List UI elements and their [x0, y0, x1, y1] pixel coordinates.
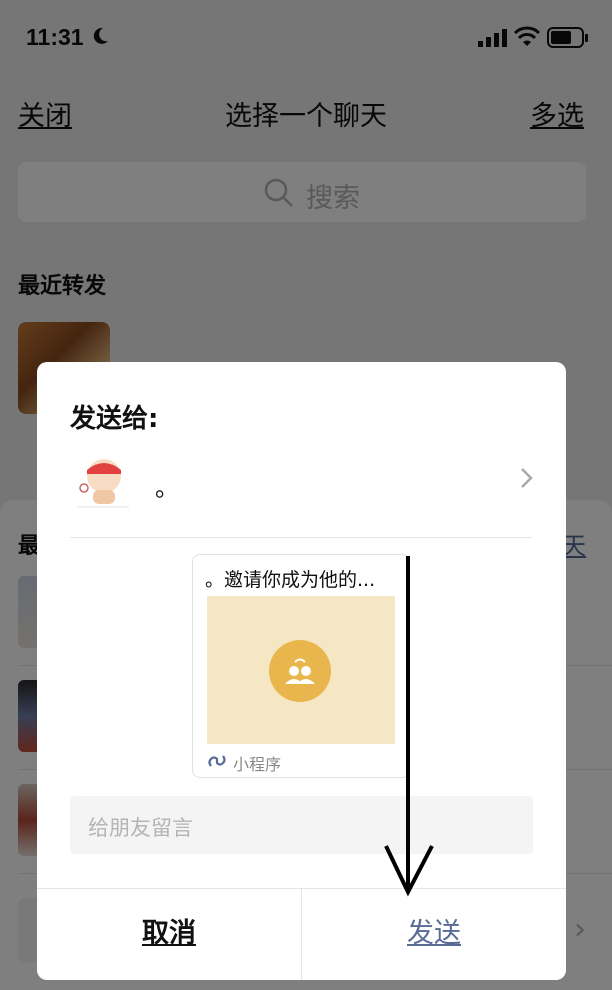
mini-program-icon [208, 755, 226, 767]
message-input[interactable]: 给朋友留言 [70, 796, 533, 854]
send-to-dialog: 发送给: 。 。邀请你成为他的... 小程序 给朋友留言 取消 发送 [37, 362, 566, 980]
cancel-button[interactable]: 取消 [37, 888, 301, 980]
card-title: 。邀请你成为他的... [205, 569, 376, 591]
send-to-label: 发送给: [70, 404, 159, 434]
mini-program-card: 。邀请你成为他的... 小程序 [192, 554, 410, 778]
recipient-name: 。 [155, 474, 179, 502]
send-button[interactable]: 发送 [302, 888, 566, 980]
card-image [207, 596, 395, 744]
group-icon [269, 640, 331, 702]
divider [70, 537, 532, 538]
mini-program-label: 小程序 [233, 755, 282, 774]
recipient-avatar[interactable] [73, 448, 131, 508]
message-placeholder: 给朋友留言 [88, 816, 193, 840]
chevron-right-icon[interactable] [520, 466, 534, 490]
